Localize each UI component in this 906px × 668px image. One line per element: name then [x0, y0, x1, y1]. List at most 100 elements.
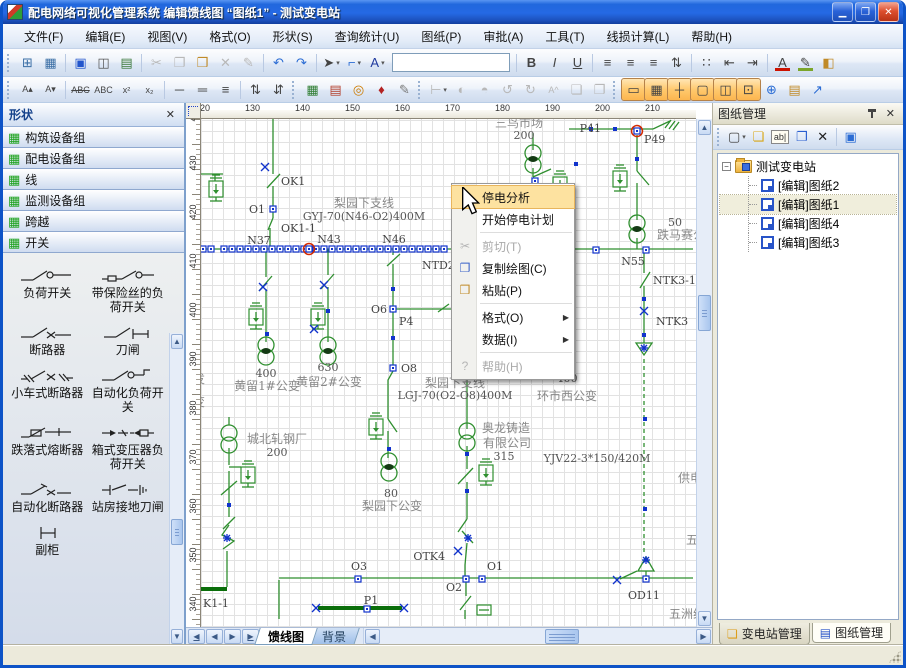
strikethrough-button[interactable]: ABC	[69, 79, 92, 100]
indent-button[interactable]: ⇥	[741, 52, 764, 73]
approval-stamp-button[interactable]: ♦	[370, 79, 393, 100]
align-center-button[interactable]: ≡	[619, 52, 642, 73]
redo-button[interactable]: ↷	[290, 52, 313, 73]
scroll-up-icon[interactable]: ▲	[698, 120, 711, 135]
shape-category-crossings[interactable]: ▦跨越	[3, 211, 184, 232]
paste-button[interactable]: ❒	[191, 52, 214, 73]
page-breaks-toggle-button[interactable]: ◫	[714, 79, 737, 100]
shapes-scrollbar[interactable]: ▲ ▼	[169, 333, 184, 645]
align-left-button[interactable]: ≡	[596, 52, 619, 73]
context-menu-item-data[interactable]: 数据(I)▶	[452, 328, 574, 350]
shape-item[interactable]: 小车式断路器	[7, 367, 88, 414]
shape-item[interactable]: 断路器	[7, 324, 88, 357]
menu-query-stats[interactable]: 查询统计(U)	[324, 25, 411, 48]
ruler-toggle-button[interactable]: ▭	[622, 79, 645, 100]
diagram-canvas[interactable]: 三鸟市场200P41P49OK1O1OK1-1N37N43N46梨园下支线GYJ…	[201, 119, 696, 627]
undo-button[interactable]: ↶	[267, 52, 290, 73]
underline-button[interactable]: U	[566, 52, 589, 73]
canvas-horizontal-scrollbar[interactable]: ◀ ▶	[363, 628, 712, 645]
align-shapes-button[interactable]: ⊢▾	[427, 79, 450, 100]
marquee-toggle-button[interactable]: ▢	[691, 79, 714, 100]
shape-font-size-button[interactable]: A^	[542, 79, 565, 100]
canvas-vertical-scrollbar[interactable]: ▲ ▼	[696, 119, 712, 627]
shape-item[interactable]: 带保险丝的负荷开关	[88, 267, 169, 314]
shape-item[interactable]: 跌落式熔断器	[7, 424, 88, 471]
check-data-table-button[interactable]: ▤	[324, 79, 347, 100]
search-table-button[interactable]: ◎	[347, 79, 370, 100]
menu-help[interactable]: 帮助(H)	[680, 25, 743, 48]
rotate-left-button[interactable]: ↺	[496, 79, 519, 100]
connection-points-toggle-button[interactable]: ⊡	[737, 79, 760, 100]
toolbar-grip[interactable]	[717, 128, 722, 146]
menu-line-loss[interactable]: 线损计算(L)	[596, 25, 681, 48]
line-triple-button[interactable]: ≡	[214, 79, 237, 100]
new-drawing-button[interactable]: ▢▾	[726, 127, 748, 147]
scroll-right-icon[interactable]: ▶	[696, 629, 711, 644]
subscript-button[interactable]: x₂	[138, 79, 161, 100]
flip-horizontal-button[interactable]: ◐	[450, 79, 473, 100]
tree-root-substation[interactable]: −测试变电站	[720, 157, 896, 176]
toolbar-grip[interactable]	[7, 81, 12, 99]
underline-abc-button[interactable]: ABC	[92, 79, 115, 100]
edit-sheet-button[interactable]: ✎	[393, 79, 416, 100]
delete-drawing-button[interactable]: ✕	[812, 127, 833, 147]
restore-button[interactable]: ❐	[855, 2, 876, 22]
menu-shape[interactable]: 形状(S)	[262, 25, 324, 48]
shape-item[interactable]: 自动化断路器	[7, 481, 88, 514]
shape-item[interactable]: 副柜	[7, 524, 88, 557]
shape-item[interactable]: 站房接地刀闸	[88, 481, 169, 514]
resize-grip[interactable]	[888, 650, 901, 663]
collapse-icon[interactable]: −	[722, 162, 731, 171]
context-menu-item-help[interactable]: ?帮助(H)	[452, 355, 574, 377]
close-button[interactable]: ✕	[878, 2, 899, 22]
scrollbar-thumb[interactable]	[698, 295, 711, 331]
tree-item-drawing[interactable]: [编辑]图纸3	[720, 233, 896, 252]
delete-button[interactable]: ✕	[214, 52, 237, 73]
prev-page-button[interactable]: ◀	[206, 629, 223, 644]
tab-drawing-management[interactable]: ▤图纸管理	[812, 623, 891, 643]
copy-drawing-button[interactable]: ❐	[791, 127, 812, 147]
menu-format[interactable]: 格式(O)	[198, 25, 261, 48]
menu-drawing[interactable]: 图纸(P)	[410, 25, 472, 48]
vertical-text-button[interactable]: ⇅	[665, 52, 688, 73]
font-larger-button[interactable]: A▴	[16, 79, 39, 100]
minimize-button[interactable]: ▁	[832, 2, 853, 22]
properties-button[interactable]: ▤	[783, 79, 806, 100]
send-to-back-button[interactable]: ❐	[588, 79, 611, 100]
save-button[interactable]: ▣	[69, 52, 92, 73]
font-color-button[interactable]: A	[771, 52, 794, 73]
shapes-panel-close-icon[interactable]: ✕	[163, 108, 178, 121]
next-page-button[interactable]: ▶	[224, 629, 241, 644]
substation-monitor-button[interactable]: ▣	[840, 127, 861, 147]
italic-button[interactable]: I	[543, 52, 566, 73]
scroll-down-icon[interactable]: ▼	[171, 629, 183, 644]
context-menu-item-cut[interactable]: ✂剪切(T)	[452, 235, 574, 257]
tab-feeder-diagram[interactable]: 馈线图	[254, 628, 318, 645]
bullets-button[interactable]: ∷	[695, 52, 718, 73]
bring-to-front-button[interactable]: ❏	[565, 79, 588, 100]
menu-view[interactable]: 视图(V)	[136, 25, 198, 48]
shape-category-distribution-devices[interactable]: ▦配电设备组	[3, 148, 184, 169]
scrollbar-thumb[interactable]	[171, 519, 183, 545]
pin-icon[interactable]	[867, 108, 877, 119]
line-single-button[interactable]: ─	[168, 79, 191, 100]
tab-substation-management[interactable]: ❏变电站管理	[719, 623, 810, 645]
pan-zoom-button[interactable]: ⊕	[760, 79, 783, 100]
scroll-up-icon[interactable]: ▲	[171, 334, 183, 349]
menu-tools[interactable]: 工具(T)	[534, 25, 595, 48]
text-tool-button[interactable]: A▾	[366, 52, 389, 73]
context-menu-item-copy-drawing[interactable]: ❐复制绘图(C)	[452, 257, 574, 279]
shape-item[interactable]: 负荷开关	[7, 267, 88, 314]
first-page-button[interactable]: ◀	[188, 629, 205, 644]
copy-button[interactable]: ❐	[168, 52, 191, 73]
shape-item[interactable]: 箱式变压器负荷开关	[88, 424, 169, 471]
menu-edit[interactable]: 编辑(E)	[74, 25, 136, 48]
cut-button[interactable]: ✂	[145, 52, 168, 73]
connector-tool-button[interactable]: ⌐▾	[343, 52, 366, 73]
menu-file[interactable]: 文件(F)	[13, 25, 74, 48]
toolbar-grip[interactable]	[292, 81, 297, 99]
insert-picture-button[interactable]: ▦	[301, 79, 324, 100]
align-right-button[interactable]: ≡	[642, 52, 665, 73]
bold-button[interactable]: B	[520, 52, 543, 73]
toolbar-grip[interactable]	[7, 54, 12, 72]
